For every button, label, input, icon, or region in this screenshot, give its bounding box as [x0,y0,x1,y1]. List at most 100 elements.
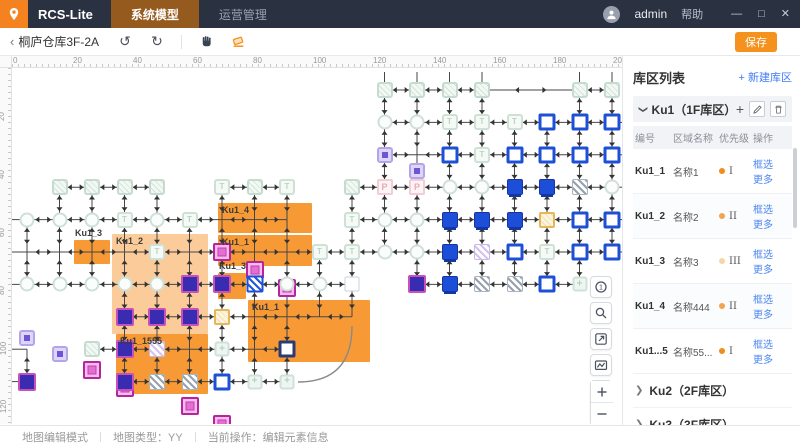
node-hatched-gray[interactable] [149,374,165,390]
node-parking[interactable]: P [377,179,393,195]
node-hatched-teal[interactable] [52,179,68,195]
node-station-pink[interactable] [213,415,231,424]
pan-hand-button[interactable] [194,32,218,52]
help-link[interactable]: 帮助 [681,6,703,22]
node-hatched-teal[interactable] [84,341,100,357]
node-hatched-teal[interactable] [247,179,263,195]
node-circle[interactable] [52,277,67,292]
node-blue-solid[interactable] [507,179,523,195]
save-button[interactable]: 保存 [735,32,777,52]
node-lavender[interactable] [409,163,425,179]
node-station-pink[interactable] [181,397,199,415]
node-marker-teal[interactable]: T [442,114,458,130]
node-plain[interactable] [345,277,360,292]
edit-zone-button[interactable] [749,101,765,117]
node-hatched-teal[interactable] [117,179,133,195]
node-station-purple[interactable] [181,308,199,326]
node-marker-teal[interactable]: T [344,244,360,260]
node-marker-teal[interactable]: T [149,244,165,260]
node-circle[interactable] [377,245,392,260]
locate-button[interactable]: 1 [590,276,612,298]
node-plus-teal[interactable]: + [215,342,230,357]
node-blue-outline[interactable] [571,146,588,163]
node-circle[interactable] [410,115,425,130]
zoom-out-button[interactable] [591,403,613,424]
more-link[interactable]: 更多 [753,175,773,186]
node-marker-teal[interactable]: T [214,179,230,195]
node-blue-solid[interactable] [507,212,523,228]
node-marker-teal[interactable]: T [117,212,133,228]
node-marker-teal[interactable]: T [539,244,555,260]
node-hatched-gray[interactable] [182,374,198,390]
node-circle[interactable] [475,180,490,195]
node-blue-outline[interactable] [571,211,588,228]
node-station-purple[interactable] [18,373,36,391]
node-circle[interactable] [85,212,100,227]
node-lavender[interactable] [377,147,393,163]
node-hatched-teal[interactable] [377,82,393,98]
node-hatched-teal[interactable] [442,82,458,98]
node-circle[interactable] [117,277,132,292]
node-hatched-blue[interactable] [246,276,263,293]
node-blue-solid[interactable] [442,212,458,228]
zoom-in-button[interactable] [591,381,613,403]
node-circle[interactable] [20,277,35,292]
fit-screen-button[interactable] [590,328,612,350]
eraser-button[interactable] [226,32,250,52]
node-hatched-lavender[interactable] [474,244,490,260]
zoom-search-button[interactable] [590,302,612,324]
node-station-purple[interactable] [408,275,426,293]
node-station-purple[interactable] [116,373,134,391]
node-circle[interactable] [410,245,425,260]
node-marker-teal[interactable]: T [182,212,198,228]
node-station-purple[interactable] [181,275,199,293]
node-circle[interactable] [20,212,35,227]
node-circle[interactable] [280,277,295,292]
node-blue-outline[interactable] [604,114,621,131]
tab-operations[interactable]: 运营管理 [199,0,287,28]
section-ku1-header[interactable]: ❯ Ku1（1F库区） + [633,96,792,122]
node-yellow[interactable] [214,309,230,325]
node-circle[interactable] [312,277,327,292]
node-blue-outline[interactable] [604,211,621,228]
node-circle[interactable] [605,180,620,195]
maximize-button[interactable]: □ [758,0,765,28]
map-canvas[interactable]: 1 Ku1_3Ku1_2Ku1_4Ku1_1Ku1_3Ku1_1Ku1_1555… [12,68,622,424]
node-parking[interactable]: P [409,179,425,195]
box-select-link[interactable]: 框选 [753,160,773,171]
node-blue-outline[interactable] [571,244,588,261]
node-hatched-teal[interactable] [604,82,620,98]
node-station-purple[interactable] [116,308,134,326]
node-hatched-gray[interactable] [507,276,523,292]
node-plus-teal[interactable]: + [280,374,295,389]
node-circle[interactable] [377,212,392,227]
node-blue-outline[interactable] [214,373,231,390]
node-plus-teal[interactable]: + [247,374,262,389]
node-marker-teal[interactable]: T [279,179,295,195]
back-breadcrumb[interactable]: ‹ 桐庐仓库3F-2A [0,33,109,50]
node-hatched-teal[interactable] [572,82,588,98]
delete-zone-button[interactable] [770,101,786,117]
box-select-link[interactable]: 框选 [753,250,773,261]
node-blue-solid[interactable] [442,276,458,292]
node-marker-teal[interactable]: T [474,147,490,163]
tab-system-model[interactable]: 系统模型 [111,0,199,28]
node-blue-outline[interactable] [571,114,588,131]
node-blue-solid[interactable] [539,179,555,195]
node-station-purple[interactable] [213,275,231,293]
minimap-button[interactable] [590,354,612,376]
node-blue-solid[interactable] [474,212,490,228]
more-link[interactable]: 更多 [753,310,773,321]
node-hatched-gray[interactable] [572,179,588,195]
node-blue-solid[interactable] [442,244,458,260]
box-select-link[interactable]: 框选 [753,340,773,351]
node-station-pink[interactable] [83,361,101,379]
node-hatched-gray[interactable] [474,276,490,292]
box-select-link[interactable]: 框选 [753,295,773,306]
more-link[interactable]: 更多 [753,220,773,231]
node-station-purple[interactable] [148,308,166,326]
redo-button[interactable]: ↻ [145,32,169,52]
node-marker-teal[interactable]: T [344,212,360,228]
user-avatar[interactable] [603,6,620,23]
node-circle[interactable] [85,277,100,292]
